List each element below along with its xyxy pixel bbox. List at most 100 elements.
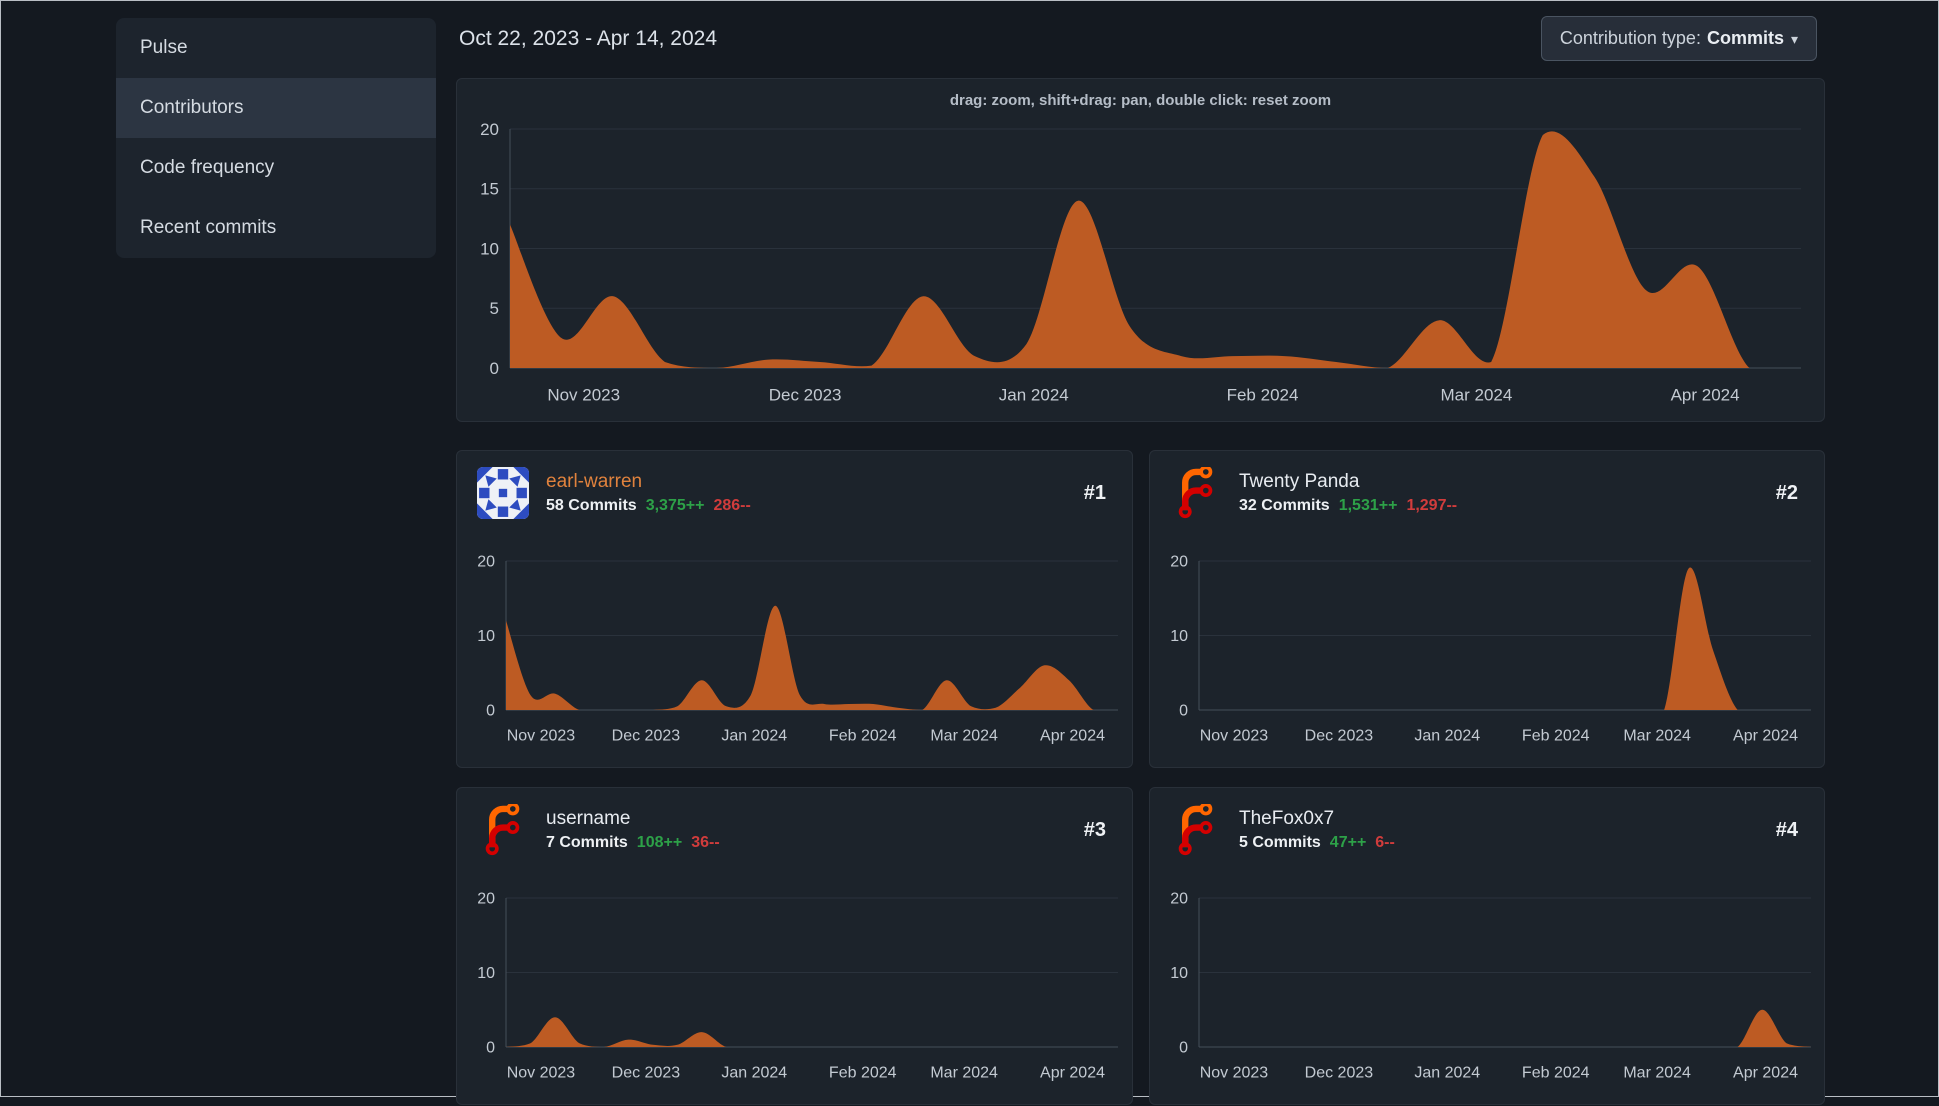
rank-badge: #1 <box>1083 481 1106 504</box>
contributor-name-link[interactable]: TheFox0x7 <box>1239 808 1395 830</box>
contributor-activity-chart[interactable]: 0 10 20 Nov 2023 Dec 2023 Jan 2024 Feb 2024 Mar… <box>457 525 1134 769</box>
svg-text:Feb 2024: Feb 2024 <box>1522 1064 1590 1081</box>
forgejo-logo-icon <box>485 804 520 856</box>
contributor-card: Twenty Panda 32 Commits 1,531++ 1,297-- … <box>1149 450 1825 768</box>
repo-activity-sidebar: Pulse Contributors Code frequency Recent… <box>116 18 436 258</box>
chevron-down-icon: ▾ <box>1790 30 1798 47</box>
avatar[interactable] <box>1170 467 1222 519</box>
svg-text:Nov 2023: Nov 2023 <box>547 385 620 404</box>
svg-text:Dec 2023: Dec 2023 <box>1305 727 1374 744</box>
svg-text:20: 20 <box>1170 554 1188 571</box>
rank-badge: #4 <box>1775 818 1798 841</box>
contributors-page: { "sidebar": { "items": [ {"label": "Pul… <box>0 0 1939 1105</box>
chart-zoom-hint: drag: zoom, shift+drag: pan, double clic… <box>949 92 1332 109</box>
additions-count: 1,531++ <box>1338 497 1398 514</box>
commits-count: 7 Commits <box>546 834 628 851</box>
svg-text:20: 20 <box>477 554 495 571</box>
svg-text:10: 10 <box>477 965 495 982</box>
contributor-stats: 7 Commits 108++ 36-- <box>546 834 720 852</box>
rank-badge: #3 <box>1083 818 1106 841</box>
avatar[interactable] <box>477 804 529 856</box>
svg-text:Mar 2024: Mar 2024 <box>1441 385 1513 404</box>
svg-text:Nov 2023: Nov 2023 <box>1200 727 1269 744</box>
svg-text:10: 10 <box>1170 965 1188 982</box>
svg-text:Jan 2024: Jan 2024 <box>1414 1064 1480 1081</box>
svg-text:Nov 2023: Nov 2023 <box>507 727 576 744</box>
svg-text:Jan 2024: Jan 2024 <box>721 1064 787 1081</box>
svg-text:Jan 2024: Jan 2024 <box>1414 727 1480 744</box>
svg-text:Feb 2024: Feb 2024 <box>829 1064 897 1081</box>
svg-text:Feb 2024: Feb 2024 <box>1522 727 1590 744</box>
svg-text:Feb 2024: Feb 2024 <box>829 727 897 744</box>
contributor-stats: 32 Commits 1,531++ 1,297-- <box>1239 497 1457 515</box>
date-range-title: Oct 22, 2023 - Apr 14, 2024 <box>459 27 718 50</box>
svg-text:Nov 2023: Nov 2023 <box>507 1064 576 1081</box>
contributor-card: earl-warren 58 Commits 3,375++ 286-- #1 … <box>456 450 1133 768</box>
svg-text:Apr 2024: Apr 2024 <box>1733 727 1798 744</box>
svg-text:20: 20 <box>1170 891 1188 908</box>
identicon-avatar-icon <box>477 467 529 519</box>
overall-activity-chart[interactable]: 0 5 10 15 20 Nov 2023 Dec 2023 Jan 2024 Feb 2024… <box>457 79 1826 423</box>
deletions-count: 36-- <box>691 834 720 851</box>
contributor-card: username 7 Commits 108++ 36-- #3 0 10 20 No… <box>456 787 1133 1105</box>
svg-text:Apr 2024: Apr 2024 <box>1733 1064 1798 1081</box>
overall-activity-panel: 0 5 10 15 20 Nov 2023 Dec 2023 Jan 2024 Feb 2024… <box>456 78 1825 422</box>
contributor-activity-chart[interactable]: 0 10 20 Nov 2023 Dec 2023 Jan 2024 Feb 2024 Mar… <box>1150 525 1827 769</box>
contributor-card: TheFox0x7 5 Commits 47++ 6-- #4 0 10 20 Nov… <box>1149 787 1825 1105</box>
contributor-name-link[interactable]: earl-warren <box>546 471 751 493</box>
svg-text:0: 0 <box>1179 703 1188 720</box>
contributor-name-link[interactable]: Twenty Panda <box>1239 471 1457 493</box>
contributor-card-header: TheFox0x7 5 Commits 47++ 6-- #4 <box>1150 788 1824 866</box>
svg-text:10: 10 <box>1170 628 1188 645</box>
additions-count: 108++ <box>636 834 683 851</box>
svg-text:15: 15 <box>480 180 499 199</box>
svg-text:Mar 2024: Mar 2024 <box>1623 727 1691 744</box>
commits-count: 32 Commits <box>1239 497 1330 514</box>
contributor-card-header: username 7 Commits 108++ 36-- #3 <box>457 788 1132 866</box>
svg-text:5: 5 <box>490 299 499 318</box>
additions-count: 3,375++ <box>645 497 705 514</box>
sidebar-item-pulse[interactable]: Pulse <box>116 18 436 78</box>
sidebar-item-code-frequency[interactable]: Code frequency <box>116 138 436 198</box>
contributor-card-header: earl-warren 58 Commits 3,375++ 286-- #1 <box>457 451 1132 529</box>
svg-text:Mar 2024: Mar 2024 <box>1623 1064 1691 1081</box>
svg-text:Apr 2024: Apr 2024 <box>1040 727 1105 744</box>
svg-text:Dec 2023: Dec 2023 <box>612 727 681 744</box>
deletions-count: 6-- <box>1375 834 1395 851</box>
sidebar-item-contributors[interactable]: Contributors <box>116 78 436 138</box>
svg-text:0: 0 <box>486 703 495 720</box>
contributor-activity-chart[interactable]: 0 10 20 Nov 2023 Dec 2023 Jan 2024 Feb 2024 Mar… <box>457 862 1134 1106</box>
svg-text:10: 10 <box>480 239 499 258</box>
avatar[interactable] <box>477 467 529 519</box>
contributor-activity-chart[interactable]: 0 10 20 Nov 2023 Dec 2023 Jan 2024 Feb 2024 Mar… <box>1150 862 1827 1106</box>
deletions-count: 286-- <box>713 497 751 514</box>
svg-text:Nov 2023: Nov 2023 <box>1200 1064 1269 1081</box>
contributor-name-link[interactable]: username <box>546 808 720 830</box>
forgejo-logo-icon <box>1178 467 1213 519</box>
svg-text:Mar 2024: Mar 2024 <box>930 727 998 744</box>
svg-text:0: 0 <box>486 1040 495 1057</box>
additions-count: 47++ <box>1329 834 1367 851</box>
svg-text:Apr 2024: Apr 2024 <box>1671 385 1740 404</box>
svg-text:Jan 2024: Jan 2024 <box>999 385 1069 404</box>
svg-text:Jan 2024: Jan 2024 <box>721 727 787 744</box>
contributor-card-header: Twenty Panda 32 Commits 1,531++ 1,297-- … <box>1150 451 1824 529</box>
sidebar-item-recent-commits[interactable]: Recent commits <box>116 198 436 258</box>
commits-count: 5 Commits <box>1239 834 1321 851</box>
deletions-count: 1,297-- <box>1406 497 1458 514</box>
rank-badge: #2 <box>1775 481 1798 504</box>
avatar[interactable] <box>1170 804 1222 856</box>
svg-text:Feb 2024: Feb 2024 <box>1227 385 1299 404</box>
contribution-type-value: Commits <box>1706 28 1784 48</box>
svg-text:Dec 2023: Dec 2023 <box>769 385 842 404</box>
svg-text:0: 0 <box>1179 1040 1188 1057</box>
svg-text:20: 20 <box>480 120 499 139</box>
svg-text:Apr 2024: Apr 2024 <box>1040 1064 1105 1081</box>
contribution-type-label: Contribution type: <box>1559 28 1701 48</box>
svg-text:Dec 2023: Dec 2023 <box>612 1064 681 1081</box>
svg-text:0: 0 <box>490 359 499 378</box>
forgejo-logo-icon <box>1178 804 1213 856</box>
contribution-type-dropdown[interactable]: Contribution type: Commits ▾ <box>1540 16 1817 61</box>
svg-text:Dec 2023: Dec 2023 <box>1305 1064 1374 1081</box>
contributor-stats: 58 Commits 3,375++ 286-- <box>546 497 751 515</box>
